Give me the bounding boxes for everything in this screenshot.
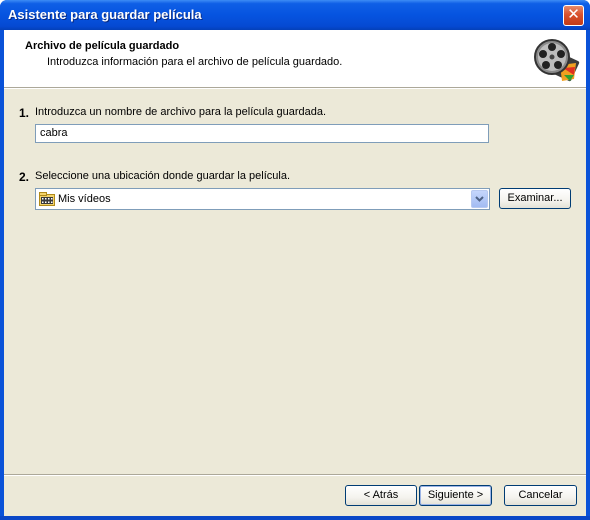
browse-button[interactable]: Examinar... — [499, 188, 571, 209]
footer-divider-highlight — [4, 475, 586, 476]
header-title: Archivo de película guardado — [25, 40, 180, 52]
location-value: Mis vídeos — [58, 193, 111, 205]
dropdown-arrow-button[interactable] — [471, 190, 488, 208]
window-title: Asistente para guardar película — [8, 7, 202, 22]
location-dropdown[interactable]: Mis vídeos — [35, 188, 490, 210]
cancel-button[interactable]: Cancelar — [504, 485, 577, 506]
next-button[interactable]: Siguiente > — [419, 485, 492, 506]
step-2-label: Seleccione una ubicación donde guardar l… — [35, 170, 291, 182]
wizard-header: Archivo de película guardado Introduzca … — [4, 30, 586, 88]
close-icon: ✕ — [567, 6, 580, 23]
film-reel-icon — [534, 39, 580, 82]
window-frame-bottom — [0, 516, 590, 520]
step-2-number: 2. — [19, 170, 30, 184]
chevron-down-icon — [475, 196, 484, 202]
step-1-number: 1. — [19, 106, 30, 120]
dialog-body: Archivo de película guardado Introduzca … — [4, 30, 586, 516]
filename-input[interactable]: cabra — [35, 124, 489, 143]
header-subtitle: Introduzca información para el archivo d… — [47, 56, 343, 68]
video-folder-icon — [39, 192, 55, 206]
close-button[interactable]: ✕ — [563, 5, 584, 26]
title-bar[interactable]: Asistente para guardar película ✕ — [0, 0, 590, 30]
header-divider — [4, 88, 586, 89]
save-movie-wizard-window: Asistente para guardar película ✕ Archiv… — [0, 0, 590, 520]
back-button[interactable]: < Atrás — [345, 485, 417, 506]
step-1-label: Introduzca un nombre de archivo para la … — [35, 106, 327, 118]
